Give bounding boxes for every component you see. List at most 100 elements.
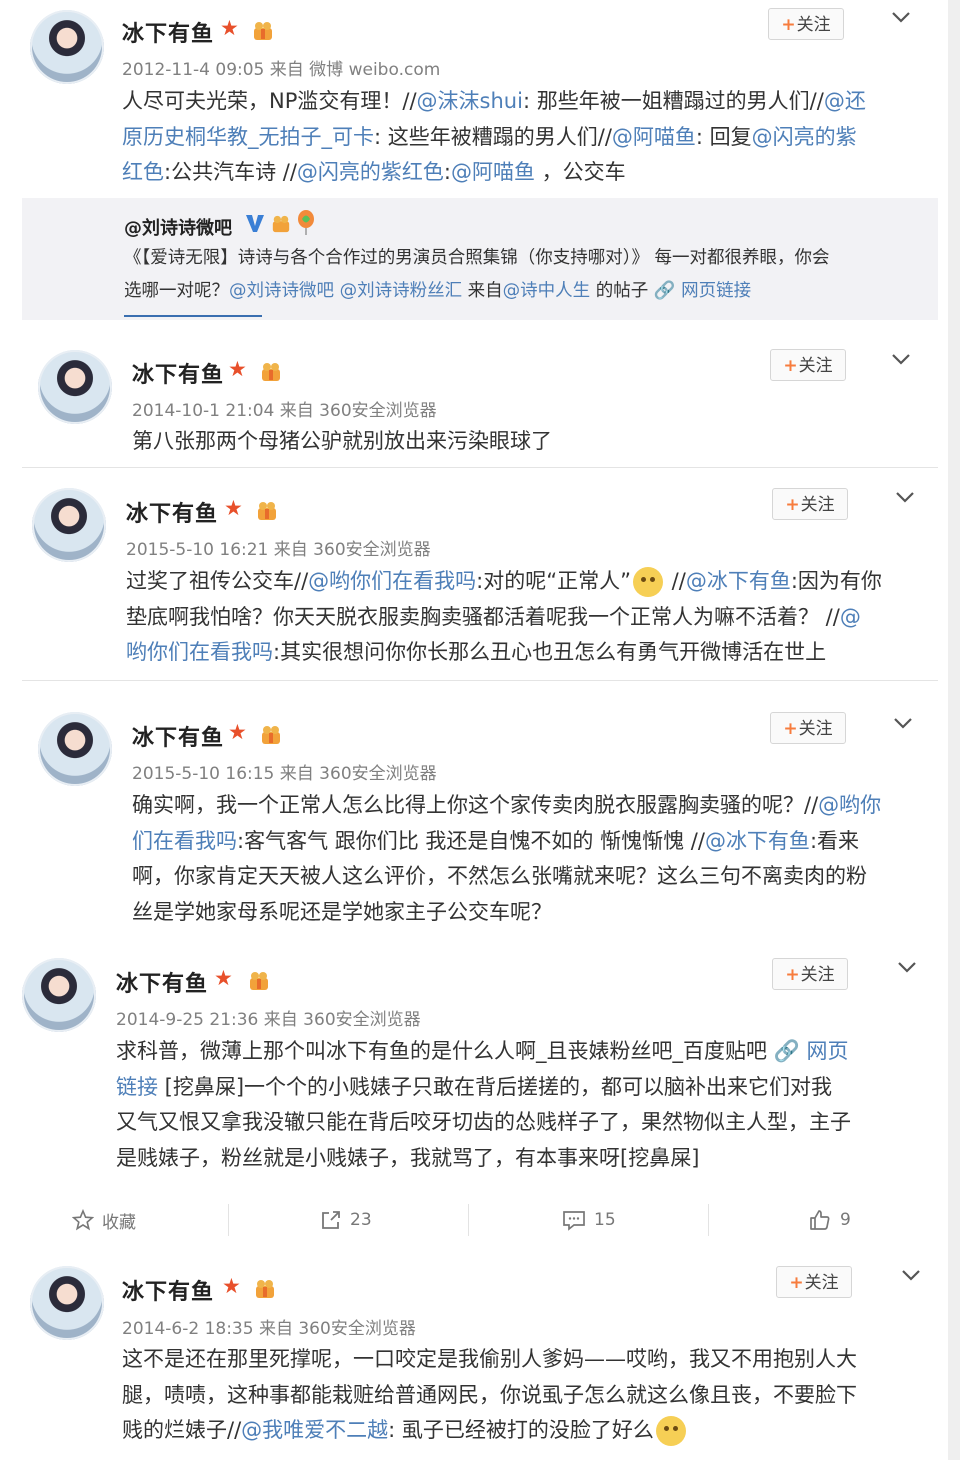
mention-link[interactable]: @闪亮的紫 xyxy=(752,125,857,149)
balloon-icon xyxy=(298,210,314,235)
vip-badge-icon xyxy=(258,502,276,520)
author-name[interactable]: 冰下有鱼 xyxy=(116,966,208,998)
author-avatar[interactable] xyxy=(38,712,112,786)
mention-link[interactable]: @阿喵鱼 xyxy=(451,160,535,184)
weibo-feed: 冰下有鱼 ★ 2012-11-4 09:05 来自 微博 weibo.com +… xyxy=(0,0,948,1460)
text-segment: :因为有你 xyxy=(790,569,882,593)
author-name[interactable]: 冰下有鱼 xyxy=(132,720,224,752)
text-segment: 《【爱诗无限】诗诗与各个合作过的男演员合照集锦（你支持哪对）》 每一对都很养眼，… xyxy=(124,248,830,268)
collect-label: 收藏 xyxy=(102,1212,136,1233)
chevron-down-icon[interactable] xyxy=(892,716,914,730)
mention-link[interactable]: @哟你们在看我吗 xyxy=(308,569,476,593)
mention-link[interactable]: @刘诗诗微吧 xyxy=(229,281,334,301)
mention-link[interactable]: 🔗 网页链接 xyxy=(654,281,751,301)
mention-link[interactable]: @冰下有鱼 xyxy=(705,829,810,853)
author-name[interactable]: 冰下有鱼 xyxy=(132,357,224,389)
mention-link[interactable]: 链接 xyxy=(116,1075,158,1099)
mention-link[interactable]: 🔗 网页 xyxy=(774,1039,849,1063)
text-segment: 啊，你家肯定天天被人这么评价，不然怎么张嘴就来呢？这么三句不离卖肉的粉 xyxy=(132,864,867,888)
text-segment: :客气客气 跟你们比 我还是自愧不如的 惭愧惭愧 // xyxy=(237,828,705,853)
divider xyxy=(468,1204,469,1236)
chevron-down-icon[interactable] xyxy=(890,10,912,24)
mention-link[interactable]: @冰下有鱼 xyxy=(686,569,791,593)
vip-badge-icon xyxy=(256,1280,274,1298)
plus-icon: + xyxy=(785,495,800,515)
follow-label: 关注 xyxy=(800,965,835,985)
text-segment: 第八张那两个母猪公驴就别放出来污染眼球了 xyxy=(132,429,552,453)
thumbs-up-icon xyxy=(810,1210,830,1230)
mention-link[interactable]: 们在看我吗 xyxy=(132,829,237,853)
post-text: 人尽可夫光荣，NP滥交有理！//@沫沫shui: 那些年被一姐糟蹋过的男人们//… xyxy=(122,84,922,191)
post-meta: 2014-9-25 21:36 来自 360安全浏览器 xyxy=(116,1010,421,1030)
plus-icon: + xyxy=(785,965,800,985)
author-name[interactable]: 冰下有鱼 xyxy=(122,1274,214,1306)
text-line: 贱的烂婊子//@我唯爱不二越: 虱子已经被打的没脸了好么 xyxy=(122,1413,922,1449)
repost-icon xyxy=(322,1211,340,1229)
mention-link[interactable]: @沫沫shui xyxy=(417,89,523,113)
follow-label: 关注 xyxy=(804,1273,839,1293)
mention-link[interactable]: 原历史桐华教_无拍子_可卡 xyxy=(122,125,374,149)
chevron-down-icon[interactable] xyxy=(896,960,918,974)
author-avatar[interactable] xyxy=(38,350,112,424)
text-line: 确实啊，我一个正常人怎么比得上你这个家传卖肉脱衣服露胸卖骚的呢？//@哟你 xyxy=(132,788,922,824)
plus-icon: + xyxy=(789,1273,804,1293)
text-segment: // xyxy=(665,569,686,593)
follow-button[interactable]: +关注 xyxy=(772,958,848,990)
mention-link[interactable]: @我唯爱不二越 xyxy=(241,1418,388,1442)
follow-button[interactable]: +关注 xyxy=(772,488,848,520)
post-meta: 2014-10-1 21:04 来自 360安全浏览器 xyxy=(132,401,437,421)
collect-button[interactable]: 收藏 xyxy=(72,1192,136,1248)
text-line: 求科普，微薄上那个叫冰下有鱼的是什么人啊_且丧婊粉丝吧_百度贴吧 🔗 网页 xyxy=(116,1034,916,1070)
post-meta: 2012-11-4 09:05 来自 微博 weibo.com xyxy=(122,60,441,80)
follow-button[interactable]: +关注 xyxy=(776,1266,852,1298)
mention-link[interactable]: @诗中人生 xyxy=(503,281,591,301)
mention-link[interactable]: @闪亮的紫红色 xyxy=(297,160,444,184)
chevron-down-icon[interactable] xyxy=(900,1268,922,1282)
text-line: 腿，啧啧，这种事都能栽赃给普通网民，你说虱子怎么就这么像且丧，不要脸下 xyxy=(122,1378,922,1414)
text-line: 哟你们在看我吗:其实很想问你你长那么丑心也丑怎么有勇气开微博活在世上 xyxy=(126,635,916,671)
mention-link[interactable]: @还 xyxy=(824,89,866,113)
chevron-down-icon[interactable] xyxy=(890,352,912,366)
mention-link[interactable]: @阿喵鱼 xyxy=(612,125,696,149)
text-line: 这不是还在那里死撑呢，一口咬定是我偷别人爹妈——哎哟，我又不用抱别人大 xyxy=(122,1342,922,1378)
mention-link[interactable]: @哟你 xyxy=(818,793,881,817)
like-count: 9 xyxy=(840,1210,851,1230)
mention-link[interactable]: 哟你们在看我吗 xyxy=(126,640,273,664)
text-line: 红色:公共汽车诗 //@闪亮的紫红色:@阿喵鱼 ，公交车 xyxy=(122,155,922,191)
emoji-smile-icon xyxy=(655,1416,686,1446)
follow-button[interactable]: +关注 xyxy=(770,349,846,381)
text-line: 链接 [挖鼻屎]一个个的小贱婊子只敢在背后搓搓的，都可以脑补出来它们对我 xyxy=(116,1070,916,1106)
comment-button[interactable]: 15 xyxy=(562,1192,616,1248)
plus-icon: + xyxy=(783,356,798,376)
follow-button[interactable]: +关注 xyxy=(768,8,844,40)
author-avatar[interactable] xyxy=(22,958,96,1032)
retweet-box[interactable]: @刘诗诗微吧 《【爱诗无限】诗诗与各个合作过的男演员合照集锦（你支持哪对）》 每… xyxy=(22,198,938,320)
author-avatar[interactable] xyxy=(30,1266,104,1340)
post-meta: 2014-6-2 18:35 来自 360安全浏览器 xyxy=(122,1319,416,1339)
divider xyxy=(22,680,938,681)
chevron-down-icon[interactable] xyxy=(894,490,916,504)
divider xyxy=(228,1204,229,1236)
repost-button[interactable]: 23 xyxy=(320,1192,372,1248)
retweet-underline xyxy=(124,315,262,317)
mention-link[interactable]: @刘诗诗粉丝汇 xyxy=(340,281,463,301)
follow-button[interactable]: +关注 xyxy=(770,712,846,744)
author-name[interactable]: 冰下有鱼 xyxy=(126,496,218,528)
retweet-author[interactable]: @刘诗诗微吧 xyxy=(124,214,232,240)
post-text: 过奖了祖传公交车//@哟你们在看我吗:对的呢“正常人” //@冰下有鱼:因为有你… xyxy=(126,564,916,671)
author-name[interactable]: 冰下有鱼 xyxy=(122,16,214,48)
text-segment: 是贱婊子，粉丝就是小贱婊子，我就骂了，有本事来呀[挖鼻屎] xyxy=(116,1145,700,1170)
vip-badge-icon xyxy=(250,972,268,990)
like-button[interactable]: 9 xyxy=(808,1192,851,1248)
divider xyxy=(708,1204,709,1236)
mention-link[interactable]: 红色 xyxy=(122,160,164,184)
text-segment: : 这些年被糟蹋的男人们// xyxy=(374,124,612,149)
text-segment: 这不是还在那里死撑呢，一口咬定是我偷别人爹妈——哎哟，我又不用抱别人大 xyxy=(122,1347,857,1371)
mention-link[interactable]: @ xyxy=(840,605,861,629)
follow-label: 关注 xyxy=(800,495,835,515)
star-icon: ★ xyxy=(224,496,243,520)
author-avatar[interactable] xyxy=(32,488,106,562)
verified-icon xyxy=(246,215,264,232)
repost-count: 23 xyxy=(350,1210,372,1230)
author-avatar[interactable] xyxy=(30,10,104,84)
